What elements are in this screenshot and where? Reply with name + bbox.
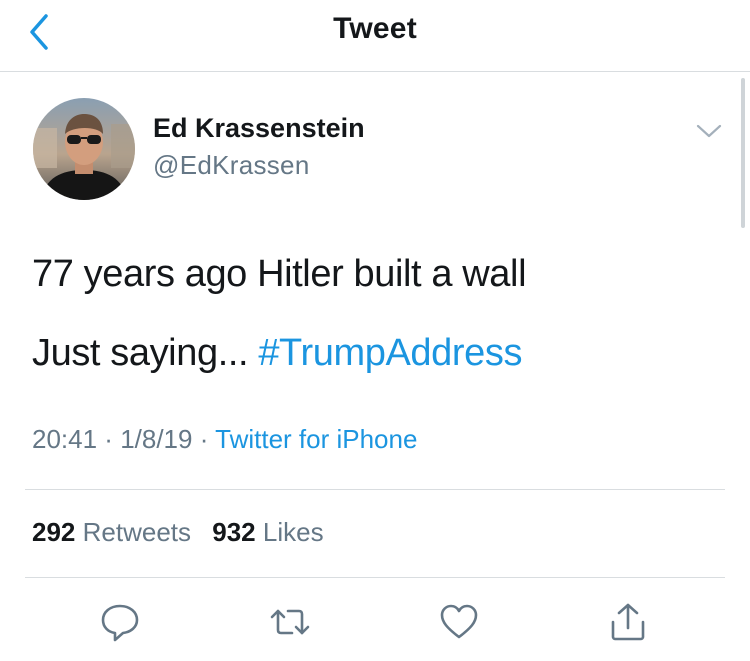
meta-separator: ·	[192, 424, 216, 454]
author-name[interactable]: Ed Krassenstein	[153, 113, 365, 144]
tweet-date: 1/8/19	[120, 424, 193, 454]
tweet-source-link[interactable]: Twitter for iPhone	[215, 424, 417, 454]
retweets-label: Retweets	[82, 517, 192, 547]
heart-icon	[440, 604, 478, 639]
tweet-options-button[interactable]	[694, 120, 724, 142]
divider	[25, 489, 725, 490]
tweet-text-line-2: Just saying... #TrumpAddress	[32, 332, 522, 375]
like-button[interactable]	[437, 600, 481, 644]
tweet-time: 20:41	[32, 424, 98, 454]
retweet-icon	[270, 609, 310, 635]
top-bar: Tweet	[0, 0, 750, 72]
avatar[interactable]	[33, 98, 135, 200]
likes-count: 932	[212, 517, 256, 547]
likes-stat[interactable]: 932 Likes	[212, 517, 323, 548]
chevron-down-icon	[696, 124, 722, 138]
share-button[interactable]	[606, 600, 650, 644]
author-handle: @EdKrassen	[153, 150, 310, 180]
likes-label: Likes	[262, 517, 324, 547]
retweets-count: 292	[32, 517, 76, 547]
tweet-stats: 292 Retweets 932 Likes	[32, 517, 338, 548]
hashtag-link[interactable]: #TrumpAddress	[258, 332, 522, 374]
retweet-button[interactable]	[268, 600, 312, 644]
reply-icon	[101, 604, 139, 642]
retweets-stat[interactable]: 292 Retweets	[32, 517, 191, 548]
reply-button[interactable]	[98, 600, 142, 644]
tweet-text-line-1: 77 years ago Hitler built a wall	[32, 253, 527, 295]
page-title: Tweet	[333, 12, 417, 45]
share-icon	[611, 603, 645, 641]
tweet-text: Just saying...	[32, 332, 259, 374]
tweet-meta: 20:41 · 1/8/19 · Twitter for iPhone	[32, 424, 417, 455]
meta-separator: ·	[97, 424, 121, 454]
scrollbar-thumb[interactable]	[741, 78, 745, 228]
divider	[25, 577, 725, 578]
